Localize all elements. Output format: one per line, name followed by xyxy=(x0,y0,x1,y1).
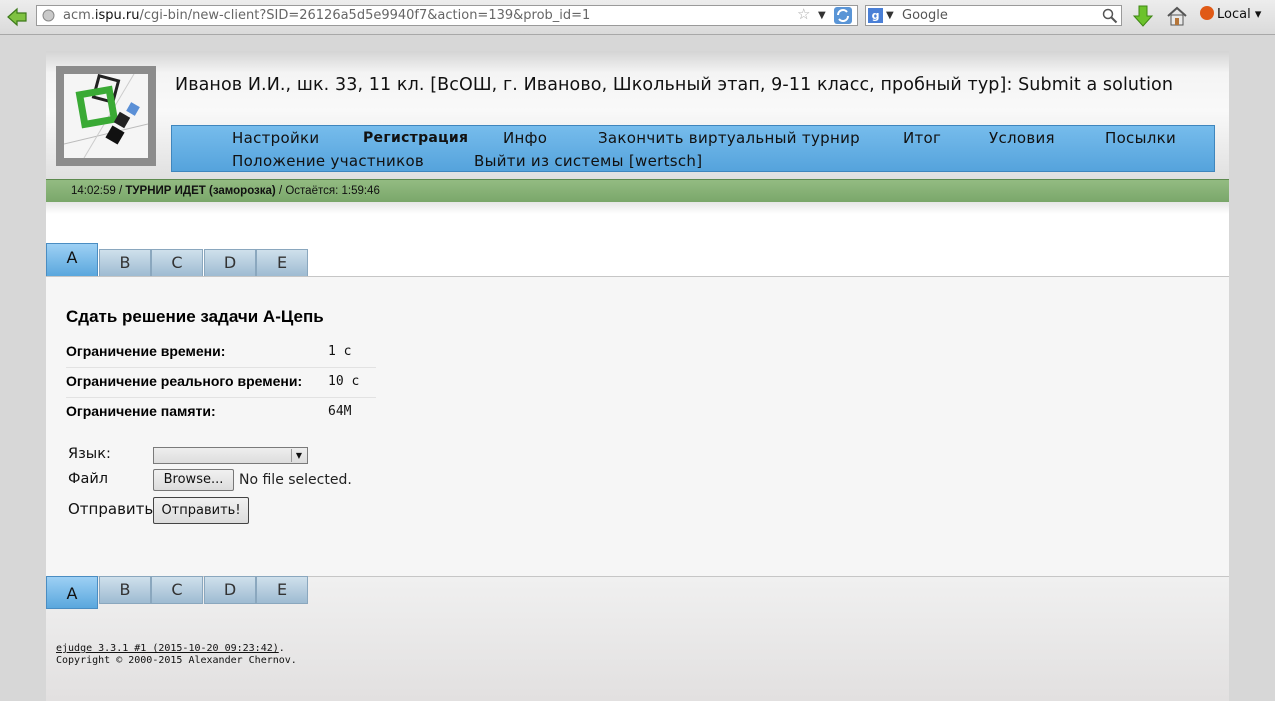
version-suffix: . xyxy=(278,643,285,654)
submit-panel: Сдать решение задачи A-Цепь Ограничение … xyxy=(46,277,1229,577)
limit-label: Ограничение времени: xyxy=(66,343,226,359)
problem-tabs-bottom: A B C D E xyxy=(46,576,346,610)
tab-problem-e[interactable]: E xyxy=(256,249,308,277)
menu-item-standings[interactable]: Положение участников xyxy=(232,152,424,170)
file-label: Файл xyxy=(68,471,109,487)
contest-status-bar: 14:02:59 / ТУРНИР ИДЕТ (заморозка) / Ост… xyxy=(46,179,1229,203)
search-engine-dropdown-icon[interactable]: ▼ xyxy=(886,6,894,25)
chevron-down-icon[interactable]: ▼ xyxy=(291,449,306,462)
language-select[interactable]: ▼ xyxy=(153,447,308,464)
main-menu: Настройки Регистрация Инфо Закончить вир… xyxy=(171,125,1215,172)
send-label: Отправить! xyxy=(68,500,160,518)
firefox-icon xyxy=(1200,6,1214,20)
home-icon[interactable] xyxy=(1166,5,1188,27)
contest-state: ТУРНИР ИДЕТ (заморозка) xyxy=(125,185,276,197)
tab-problem-d[interactable]: D xyxy=(204,249,256,277)
limit-row: Ограничение времени: 1 с xyxy=(66,338,376,368)
menu-item-submissions[interactable]: Посылки xyxy=(1105,129,1176,147)
language-label: Язык: xyxy=(68,446,111,462)
tab-problem-c[interactable]: C xyxy=(151,576,203,604)
copyright: Copyright © 2000-2015 Alexander Chernov. xyxy=(56,655,297,666)
version-link[interactable]: ejudge 3.3.1 #1 (2015-10-20 09:23:42) xyxy=(56,643,279,654)
menu-item-statements[interactable]: Условия xyxy=(989,129,1055,147)
limit-row: Ограничение реального времени: 10 с xyxy=(66,368,376,398)
problem-title: Сдать решение задачи A-Цепь xyxy=(66,307,324,326)
time-remaining: / Остаётся: 1:59:46 xyxy=(275,185,380,197)
menu-item-registration[interactable]: Регистрация xyxy=(363,130,468,146)
limit-value: 64M xyxy=(328,404,352,419)
chevron-down-icon[interactable]: ▼ xyxy=(818,6,826,25)
reload-icon[interactable] xyxy=(834,7,852,24)
tab-problem-a[interactable]: A xyxy=(46,576,98,609)
menu-item-logout[interactable]: Выйти из системы [wertsch] xyxy=(474,152,702,170)
footer-text: ejudge 3.3.1 #1 (2015-10-20 09:23:42). C… xyxy=(56,643,297,667)
limit-row: Ограничение памяти: 64M xyxy=(66,398,376,427)
search-bar[interactable]: g ▼ Google xyxy=(865,5,1122,26)
browser-toolbar: acm.ispu.ru/cgi-bin/new-client?SID=26126… xyxy=(0,0,1275,35)
header: Иванов И.И., шк. 33, 11 кл. [ВсОШ, г. Ив… xyxy=(46,51,1229,179)
url-text: acm.ispu.ru/cgi-bin/new-client?SID=26126… xyxy=(63,8,591,23)
search-input[interactable]: Google xyxy=(902,6,948,25)
tab-problem-a[interactable]: A xyxy=(46,243,98,277)
tab-problem-b[interactable]: B xyxy=(99,576,151,604)
logo-graphic xyxy=(63,73,149,159)
search-icon[interactable] xyxy=(1102,8,1118,24)
menu-item-settings[interactable]: Настройки xyxy=(232,129,319,147)
limit-value: 10 с xyxy=(328,374,360,389)
page-title: Иванов И.И., шк. 33, 11 кл. [ВсОШ, г. Ив… xyxy=(175,75,1174,95)
tab-problem-c[interactable]: C xyxy=(151,249,203,277)
profile-button[interactable]: Local ▾ xyxy=(1200,6,1261,22)
send-button[interactable]: Отправить! xyxy=(153,497,249,524)
browse-button[interactable]: Browse... xyxy=(153,469,234,491)
google-icon[interactable]: g xyxy=(868,8,883,23)
url-bar[interactable]: acm.ispu.ru/cgi-bin/new-client?SID=26126… xyxy=(36,5,858,26)
back-arrow-icon[interactable] xyxy=(6,6,28,28)
tab-problem-b[interactable]: B xyxy=(99,249,151,277)
bookmark-star-icon[interactable]: ☆ xyxy=(797,5,810,24)
globe-icon xyxy=(42,9,55,22)
file-status: No file selected. xyxy=(239,472,352,488)
limit-value: 1 с xyxy=(328,344,352,359)
tab-problem-e[interactable]: E xyxy=(256,576,308,604)
limit-label: Ограничение памяти: xyxy=(66,403,216,419)
tab-problem-d[interactable]: D xyxy=(204,576,256,604)
limit-label: Ограничение реального времени: xyxy=(66,373,303,389)
download-icon[interactable] xyxy=(1132,5,1154,29)
ejudge-logo xyxy=(56,66,156,166)
menu-item-finish-virtual[interactable]: Закончить виртуальный турнир xyxy=(598,129,860,147)
menu-item-summary[interactable]: Итог xyxy=(903,129,941,147)
limits-table: Ограничение времени: 1 с Ограничение реа… xyxy=(66,338,376,427)
problem-tabs-top: A B C D E xyxy=(46,243,346,277)
current-time: 14:02:59 / xyxy=(71,185,126,197)
page: Иванов И.И., шк. 33, 11 кл. [ВсОШ, г. Ив… xyxy=(46,51,1229,701)
menu-item-info[interactable]: Инфо xyxy=(503,129,547,147)
